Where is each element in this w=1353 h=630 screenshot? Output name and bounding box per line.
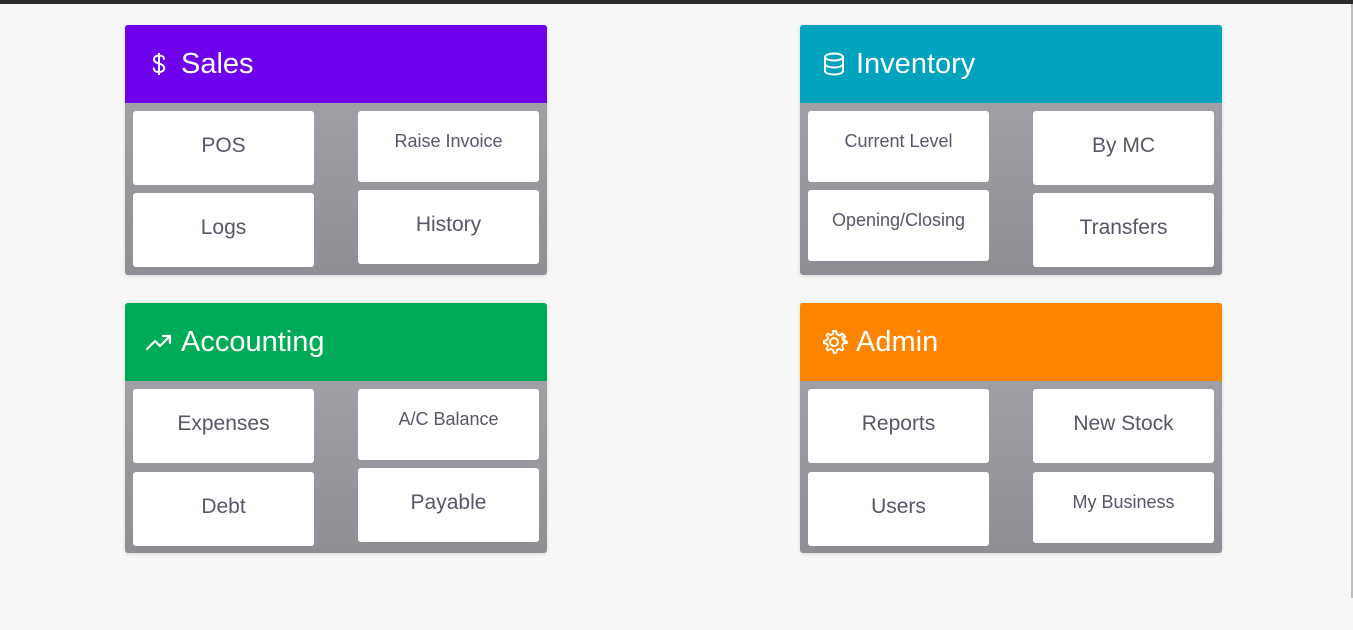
reports-button[interactable]: Reports [808,389,989,463]
pos-button[interactable]: POS [133,111,314,185]
gear-icon [820,328,848,356]
logs-button[interactable]: Logs [133,193,314,267]
raise-invoice-button[interactable]: Raise Invoice [358,111,539,182]
accounting-panel-title: Accounting [181,325,325,358]
by-mc-button[interactable]: By MC [1033,111,1214,185]
dollar-icon [145,50,173,78]
sales-panel-title: Sales [181,47,254,80]
ac-balance-button[interactable]: A/C Balance [358,389,539,460]
users-button[interactable]: Users [808,472,989,546]
history-button[interactable]: History [358,190,539,264]
accounting-panel: Accounting Expenses A/C Balance Debt Pay… [125,303,547,553]
debt-button[interactable]: Debt [133,472,314,546]
trending-up-icon [145,328,173,356]
inventory-panel: Inventory Current Level By MC Opening/Cl… [800,25,1222,275]
admin-panel: Admin Reports New Stock Users My Busines… [800,303,1222,553]
sales-panel-header: Sales [125,25,547,103]
admin-panel-header: Admin [800,303,1222,381]
accounting-panel-header: Accounting [125,303,547,381]
payable-button[interactable]: Payable [358,468,539,542]
admin-panel-title: Admin [856,325,939,358]
expenses-button[interactable]: Expenses [133,389,314,463]
transfers-button[interactable]: Transfers [1033,193,1214,267]
opening-closing-button[interactable]: Opening/Closing [808,190,989,261]
new-stock-button[interactable]: New Stock [1033,389,1214,463]
current-level-button[interactable]: Current Level [808,111,989,182]
sales-panel: Sales POS Raise Invoice Logs History [125,25,547,275]
inventory-panel-title: Inventory [856,47,976,80]
top-bar [0,0,1353,4]
database-icon [820,50,848,78]
my-business-button[interactable]: My Business [1033,472,1214,543]
inventory-panel-header: Inventory [800,25,1222,103]
